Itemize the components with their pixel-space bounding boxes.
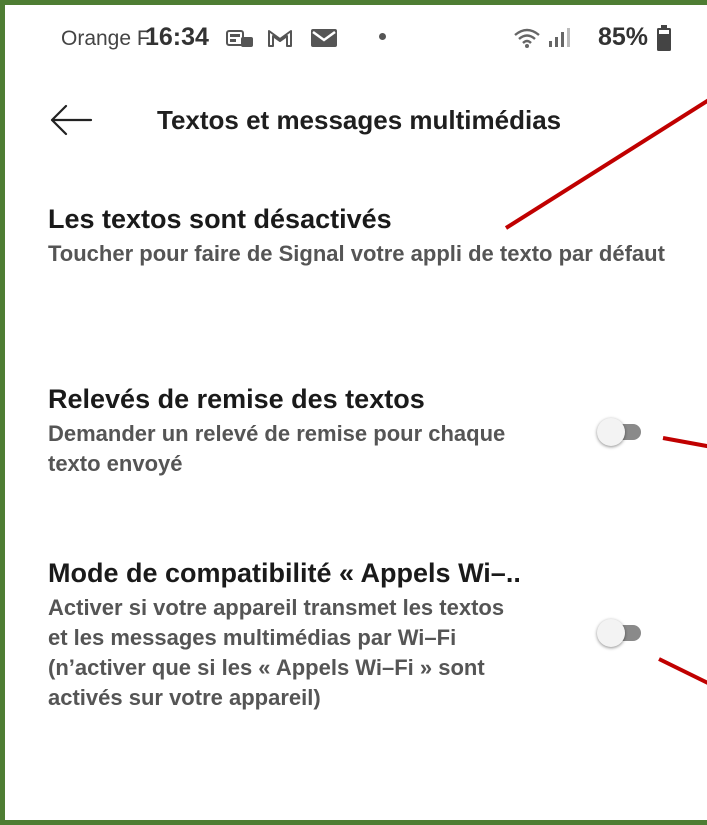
annotation-arrow-line [504, 98, 707, 230]
annotation-arrow-line [658, 657, 707, 685]
annotation-arrows [504, 98, 707, 685]
screenshot-frame: Orange F 16:34 85% Textos et messages mu… [0, 0, 707, 825]
annotation-arrow-line [662, 436, 707, 449]
